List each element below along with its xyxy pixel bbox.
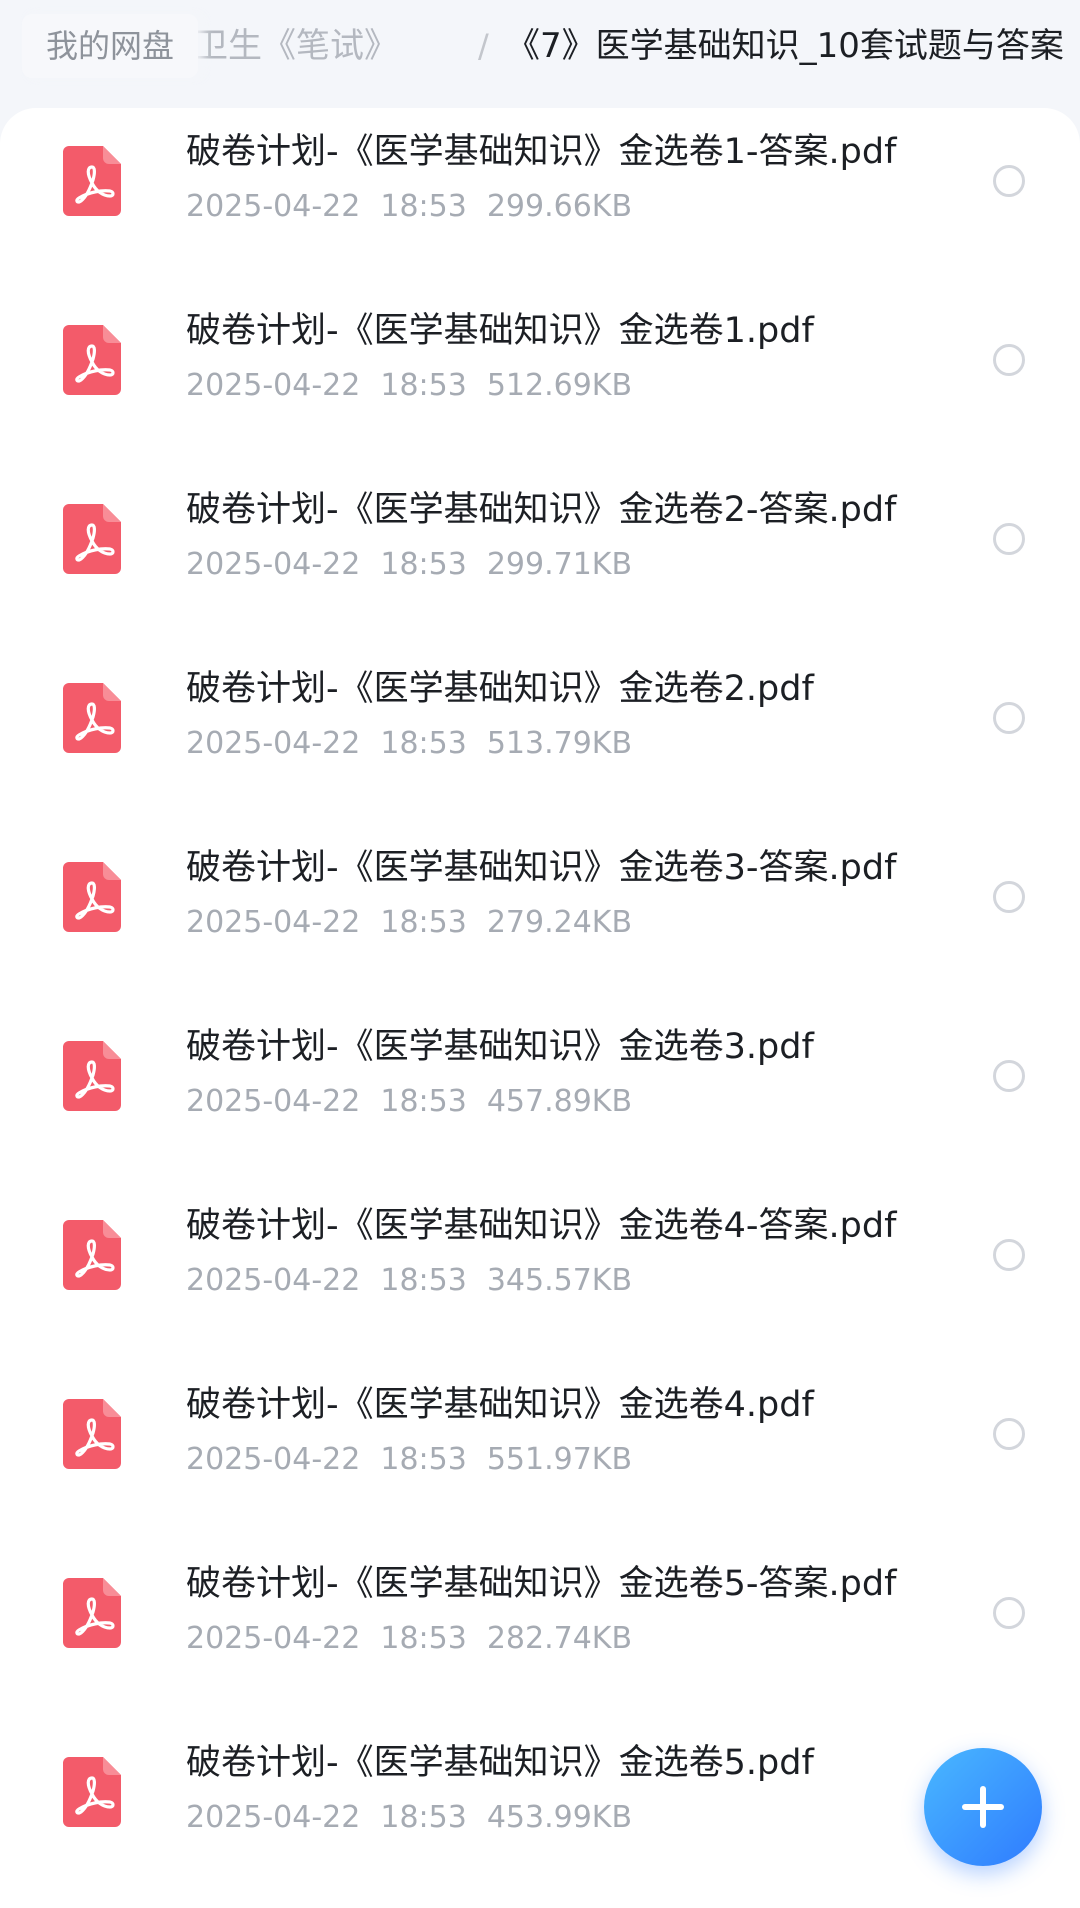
file-date: 2025-04-22 [186, 1442, 361, 1477]
file-date: 2025-04-22 [186, 368, 361, 403]
file-date: 2025-04-22 [186, 547, 361, 582]
file-time: 18:53 [380, 905, 467, 940]
file-row[interactable]: 破卷计划-《医学基础知识》金选卷1-答案.pdf 2025-04-22 18:53… [0, 108, 1080, 287]
file-time: 18:53 [380, 189, 467, 224]
file-row[interactable]: 破卷计划-《医学基础知识》金选卷3-答案.pdf 2025-04-22 18:53… [0, 824, 1080, 1003]
file-size: 279.24KB [486, 905, 633, 940]
file-date: 2025-04-22 [186, 189, 361, 224]
pdf-icon [63, 146, 121, 216]
file-time: 18:53 [380, 1621, 467, 1656]
file-size: 453.99KB [486, 1800, 633, 1835]
file-meta: 2025-04-22 18:53 279.24KB [186, 904, 652, 942]
file-name: 破卷计划-《医学基础知识》金选卷2.pdf [186, 669, 814, 709]
file-date: 2025-04-22 [186, 1800, 361, 1835]
file-size: 299.71KB [486, 547, 633, 582]
file-time: 18:53 [380, 726, 467, 761]
file-time: 18:53 [380, 368, 467, 403]
file-time: 18:53 [380, 547, 467, 582]
pdf-icon [63, 325, 121, 395]
file-name: 破卷计划-《医学基础知识》金选卷1.pdf [186, 311, 814, 351]
select-radio[interactable] [993, 523, 1025, 555]
file-name: 破卷计划-《医学基础知识》金选卷3.pdf [186, 1027, 814, 1067]
select-radio[interactable] [993, 165, 1025, 197]
file-name: 破卷计划-《医学基础知识》金选卷4-答案.pdf [186, 1206, 897, 1246]
file-date: 2025-04-22 [186, 1621, 361, 1656]
file-time: 18:53 [380, 1800, 467, 1835]
file-size: 282.74KB [486, 1621, 633, 1656]
file-name: 破卷计划-《医学基础知识》金选卷5-答案.pdf [186, 1564, 897, 1604]
file-row[interactable]: 破卷计划-《医学基础知识》金选卷2-答案.pdf 2025-04-22 18:53… [0, 466, 1080, 645]
pdf-icon [63, 683, 121, 753]
select-radio[interactable] [993, 1418, 1025, 1450]
file-row[interactable]: 破卷计划-《医学基础知识》金选卷4-答案.pdf 2025-04-22 18:53… [0, 1182, 1080, 1361]
pdf-icon [63, 1578, 121, 1648]
file-size: 512.69KB [486, 368, 633, 403]
file-row[interactable]: 破卷计划-《医学基础知识》金选卷5-答案.pdf 2025-04-22 18:53… [0, 1540, 1080, 1719]
add-button[interactable] [924, 1748, 1042, 1866]
file-name: 破卷计划-《医学基础知识》金选卷3-答案.pdf [186, 848, 897, 888]
pdf-icon [63, 504, 121, 574]
pdf-icon [63, 1399, 121, 1469]
breadcrumb-separator: / [478, 27, 489, 65]
file-name: 破卷计划-《医学基础知识》金选卷1-答案.pdf [186, 132, 897, 172]
file-meta: 2025-04-22 18:53 282.74KB [186, 1620, 652, 1658]
file-meta: 2025-04-22 18:53 453.99KB [186, 1799, 652, 1837]
file-list: 破卷计划-《医学基础知识》金选卷1-答案.pdf 2025-04-22 18:53… [0, 108, 1080, 1908]
file-row[interactable]: 破卷计划-《医学基础知识》金选卷5.pdf 2025-04-22 18:53 453… [0, 1719, 1080, 1898]
file-size: 299.66KB [486, 189, 633, 224]
file-row[interactable]: 破卷计划-《医学基础知识》金选卷3.pdf 2025-04-22 18:53 457… [0, 1003, 1080, 1182]
select-radio[interactable] [993, 1597, 1025, 1629]
pdf-icon [63, 1041, 121, 1111]
file-meta: 2025-04-22 18:53 345.57KB [186, 1262, 652, 1300]
pdf-icon [63, 862, 121, 932]
select-radio[interactable] [993, 881, 1025, 913]
file-size: 345.57KB [486, 1263, 633, 1298]
file-size: 457.89KB [486, 1084, 633, 1119]
file-time: 18:53 [380, 1084, 467, 1119]
select-radio[interactable] [993, 1239, 1025, 1271]
file-meta: 2025-04-22 18:53 513.79KB [186, 725, 652, 763]
file-name: 破卷计划-《医学基础知识》金选卷2-答案.pdf [186, 490, 897, 530]
breadcrumb-root[interactable]: 我的网盘 [22, 14, 199, 78]
file-name: 破卷计划-《医学基础知识》金选卷5.pdf [186, 1743, 814, 1783]
file-time: 18:53 [380, 1442, 467, 1477]
file-date: 2025-04-22 [186, 726, 361, 761]
select-radio[interactable] [993, 702, 1025, 734]
file-row[interactable]: 破卷计划-《医学基础知识》金选卷1.pdf 2025-04-22 18:53 512… [0, 287, 1080, 466]
file-name: 破卷计划-《医学基础知识》金选卷4.pdf [186, 1385, 814, 1425]
plus-icon [962, 1786, 1004, 1828]
file-size: 513.79KB [486, 726, 633, 761]
file-date: 2025-04-22 [186, 1263, 361, 1298]
file-row[interactable]: 破卷计划-《医学基础知识》金选卷2.pdf 2025-04-22 18:53 513… [0, 645, 1080, 824]
file-meta: 2025-04-22 18:53 512.69KB [186, 367, 652, 405]
file-meta: 2025-04-22 18:53 457.89KB [186, 1083, 652, 1121]
select-radio[interactable] [993, 1060, 1025, 1092]
file-row[interactable]: 破卷计划-《医学基础知识》金选卷4.pdf 2025-04-22 18:53 551… [0, 1361, 1080, 1540]
file-date: 2025-04-22 [186, 1084, 361, 1119]
file-meta: 2025-04-22 18:53 299.71KB [186, 546, 652, 584]
file-time: 18:53 [380, 1263, 467, 1298]
select-radio[interactable] [993, 344, 1025, 376]
pdf-icon [63, 1220, 121, 1290]
pdf-icon [63, 1757, 121, 1827]
file-size: 551.97KB [486, 1442, 633, 1477]
breadcrumb-current: 《7》医学基础知识_10套试题与答案 [506, 26, 1064, 66]
file-meta: 2025-04-22 18:53 299.66KB [186, 188, 652, 226]
file-date: 2025-04-22 [186, 905, 361, 940]
file-meta: 2025-04-22 18:53 551.97KB [186, 1441, 652, 1479]
breadcrumb: 疗卫生《笔试》 我的网盘 / 《7》医学基础知识_10套试题与答案 [0, 0, 1080, 100]
